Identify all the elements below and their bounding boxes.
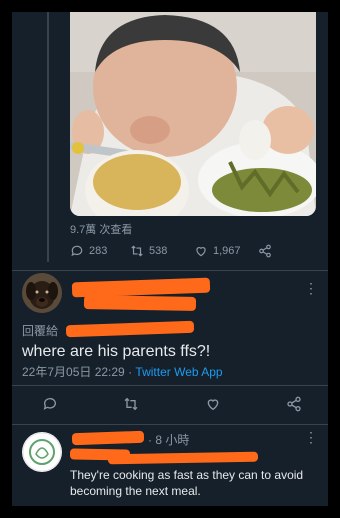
retweet-count: 538: [149, 245, 168, 257]
more-options-icon[interactable]: ⋮: [304, 429, 318, 446]
dog-avatar-image: [22, 273, 62, 313]
heart-icon[interactable]: [205, 396, 221, 412]
tweet-media-image[interactable]: [70, 12, 316, 216]
tweet-meta: 22年7月05日 22:29 · Twitter Web App: [22, 363, 223, 380]
redacted-display-name: [71, 430, 145, 446]
avatar[interactable]: [22, 273, 62, 313]
divider: [12, 270, 328, 271]
retweet-icon: [131, 245, 143, 257]
more-options-icon[interactable]: ⋮: [304, 280, 318, 297]
share-action[interactable]: [258, 244, 272, 258]
reply-action[interactable]: 283: [70, 244, 130, 258]
divider: [12, 385, 328, 386]
redacted-handle: [83, 295, 197, 311]
divider: [12, 424, 328, 425]
heart-icon: [196, 247, 206, 257]
tweet-thread-screenshot: 9.7萬 次查看 283 538 1,967 ⋮ 回覆給 where are h…: [12, 12, 328, 506]
reply-count: 283: [89, 245, 108, 257]
reply-icon: [71, 245, 83, 257]
retweet-icon[interactable]: [123, 396, 139, 412]
retweet-action[interactable]: 538: [130, 244, 194, 258]
reply-time[interactable]: · 8 小時: [148, 431, 189, 448]
tweet-timestamp[interactable]: 22年7月05日 22:29: [22, 365, 125, 379]
share-icon: [259, 244, 271, 258]
media-photo: [70, 12, 316, 216]
reply-tweet-text: They're cooking as fast as they can to a…: [70, 468, 304, 498]
view-count: 9.7萬 次查看: [70, 224, 133, 236]
redacted-replying-to: [107, 451, 259, 465]
thread-line: [47, 12, 49, 262]
main-tweet-actions: [42, 396, 302, 412]
reply-icon[interactable]: [42, 396, 58, 412]
like-count: 1,967: [213, 245, 241, 257]
replying-to-text: 回覆給: [22, 324, 59, 338]
tweet-text: where are his parents ffs?!: [22, 343, 211, 360]
like-action[interactable]: 1,967: [194, 244, 258, 258]
share-icon[interactable]: [286, 396, 302, 412]
logo-avatar-image: [22, 432, 62, 472]
redacted-reply-target: [65, 320, 195, 338]
original-tweet-actions: 283 538 1,967: [70, 244, 320, 258]
avatar[interactable]: [22, 432, 62, 472]
replying-to-label: 回覆給: [22, 322, 58, 339]
meta-separator: ·: [128, 365, 133, 379]
tweet-source[interactable]: Twitter Web App: [135, 365, 222, 379]
